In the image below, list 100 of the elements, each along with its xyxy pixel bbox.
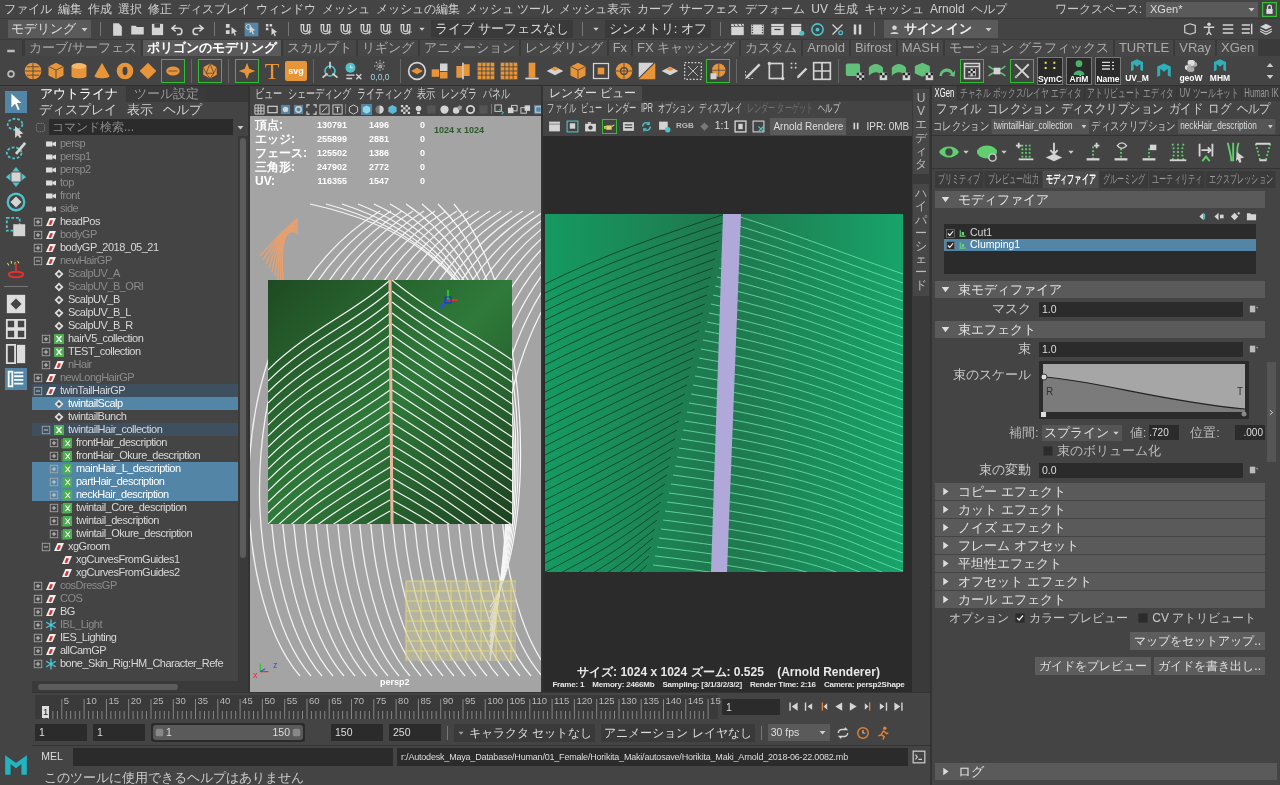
magnet-icon[interactable] xyxy=(298,21,313,37)
panel-tab[interactable]: XGen xyxy=(932,86,957,101)
magnet-icon[interactable] xyxy=(338,21,353,37)
menu-item[interactable]: IPR xyxy=(638,101,656,116)
caret-icon[interactable] xyxy=(1067,148,1076,156)
menu-item[interactable]: ログ xyxy=(1205,101,1234,117)
half-sphere-icon[interactable] xyxy=(374,103,385,115)
shelf-tab[interactable]: Arnold xyxy=(803,40,849,56)
hexagon-icon[interactable] xyxy=(387,103,398,115)
hexagon-outline-icon[interactable] xyxy=(1183,22,1197,36)
panel-tab[interactable]: アトリビュート エディタ xyxy=(1084,86,1177,101)
outliner-item[interactable]: allCamGP xyxy=(32,644,238,657)
menu-item[interactable]: ディスプレイ xyxy=(175,0,253,18)
scissor-icon[interactable] xyxy=(829,21,845,37)
menu-item[interactable]: サーフェス xyxy=(676,0,743,18)
collection-dropdown[interactable]: twintailHair_collection xyxy=(991,118,1089,134)
menu-item[interactable]: Arnold xyxy=(927,0,968,18)
globe-icon[interactable] xyxy=(706,58,730,83)
film-gate-icon[interactable] xyxy=(267,103,278,115)
play-icon[interactable] xyxy=(848,701,859,712)
modifier-list[interactable]: Cut1 Clumping1 xyxy=(944,224,1256,274)
expand-icon[interactable] xyxy=(33,580,43,591)
caret-icon[interactable] xyxy=(418,25,426,33)
slider-handle-icon[interactable] xyxy=(292,728,301,737)
expand-icon[interactable] xyxy=(49,437,59,448)
description-dropdown[interactable]: neckHair_description xyxy=(1177,118,1276,134)
outliner-item[interactable]: twintailScalp xyxy=(32,397,238,410)
chevron-logo-icon[interactable] xyxy=(1155,61,1173,80)
checkbox[interactable] xyxy=(946,240,955,250)
cube-icon[interactable] xyxy=(46,60,66,81)
cylinder-icon[interactable] xyxy=(69,60,89,81)
checker-icon[interactable] xyxy=(400,103,411,115)
hierarchy-cursor-icon[interactable] xyxy=(224,21,239,37)
ring-icon[interactable] xyxy=(809,21,825,37)
diagonal-frame-icon[interactable] xyxy=(319,103,330,115)
anim-layer-dropdown[interactable]: アニメーション レイヤなし xyxy=(601,723,755,742)
panel-tab[interactable]: Human IK xyxy=(1241,86,1280,101)
expand-icon[interactable] xyxy=(33,658,43,669)
menu-item[interactable]: レンダラ xyxy=(438,86,481,102)
section-header[interactable]: カール エフェクト xyxy=(935,591,1265,608)
outliner-item[interactable]: partHair_description xyxy=(32,475,238,488)
sphere-icon[interactable] xyxy=(23,60,43,81)
folder-icon[interactable] xyxy=(1246,210,1257,222)
value-field[interactable]: 1.0 xyxy=(1039,341,1243,357)
rotate-icon[interactable] xyxy=(5,191,27,213)
dotted-star-icon[interactable] xyxy=(373,59,387,73)
expand-icon[interactable] xyxy=(41,346,51,357)
current-frame-marker[interactable]: 1 xyxy=(42,705,50,718)
outliner-item[interactable]: headPos xyxy=(32,215,238,228)
section-header[interactable]: カット エフェクト xyxy=(935,501,1265,518)
live-surface-field[interactable]: ライブ サーフェスなし xyxy=(431,20,573,38)
expand-icon[interactable] xyxy=(49,515,59,526)
shelf-tab[interactable]: XGen xyxy=(1217,40,1259,56)
shelf-tab[interactable]: スカルプト xyxy=(282,40,356,56)
corners-icon[interactable] xyxy=(306,103,317,115)
menu-item[interactable]: ヘルプ xyxy=(815,101,843,116)
value-field[interactable]: 0.0 xyxy=(1039,462,1243,478)
section-header[interactable]: 束エフェクト xyxy=(935,321,1265,338)
expand-icon[interactable] xyxy=(49,450,59,461)
menu-item[interactable]: ファイル xyxy=(933,101,985,117)
outliner-item[interactable]: TEST_collection xyxy=(32,345,238,358)
menu-item[interactable]: 表示 xyxy=(122,102,158,118)
sign-in-button[interactable]: サイン イン xyxy=(883,20,999,38)
script-editor-icon[interactable] xyxy=(912,750,926,764)
overlap-squares-icon[interactable] xyxy=(507,103,518,115)
gear-icon[interactable] xyxy=(6,68,16,79)
torus-icon[interactable] xyxy=(115,60,135,81)
cursor-box-icon[interactable] xyxy=(494,103,505,115)
document-icon[interactable] xyxy=(1249,465,1259,475)
clapper-gear-icon[interactable] xyxy=(789,21,805,37)
document-icon[interactable] xyxy=(1249,304,1259,314)
menu-item[interactable]: ディスプレイ xyxy=(34,102,122,118)
start-field[interactable]: 1 xyxy=(93,724,145,741)
window-grid-icon[interactable] xyxy=(812,60,832,81)
pivot-icon[interactable] xyxy=(320,60,340,81)
component-cursor-icon[interactable] xyxy=(264,21,279,37)
sub-tab[interactable]: プレビュー/出力 xyxy=(984,171,1042,188)
frame-field[interactable]: 1 xyxy=(722,698,780,715)
menu-item[interactable]: ガイド xyxy=(1166,101,1206,117)
outliner-item[interactable]: twintailHair_collection xyxy=(32,423,238,436)
outliner-item[interactable]: twinTailHairGP xyxy=(32,384,238,397)
cube-icon[interactable] xyxy=(914,60,934,81)
triangle-right-icon[interactable] xyxy=(941,559,950,568)
expand-icon[interactable] xyxy=(33,619,43,630)
split-square-icon[interactable] xyxy=(637,60,657,81)
section-header[interactable]: フレーム オフセット xyxy=(935,537,1265,554)
t-frame-icon[interactable] xyxy=(332,103,343,115)
shelf-button[interactable]: Name xyxy=(1095,56,1121,85)
menu-item[interactable]: ファイル xyxy=(1,0,55,18)
outliner-item[interactable]: neckHair_description xyxy=(32,488,238,501)
triangle-right-icon[interactable] xyxy=(941,595,950,604)
magnet-icon[interactable] xyxy=(358,21,373,37)
scrollbar[interactable] xyxy=(1267,362,1276,462)
shelf-tab[interactable]: レンダリング xyxy=(520,40,607,56)
slider-handle-icon[interactable] xyxy=(155,728,164,737)
step-back-icon[interactable] xyxy=(803,701,814,712)
sub-tab[interactable]: モディファイア xyxy=(1043,171,1099,188)
sphere-icon[interactable] xyxy=(439,103,450,115)
menu-item[interactable]: カーブ xyxy=(634,0,677,18)
soft-select-icon[interactable] xyxy=(5,258,27,280)
